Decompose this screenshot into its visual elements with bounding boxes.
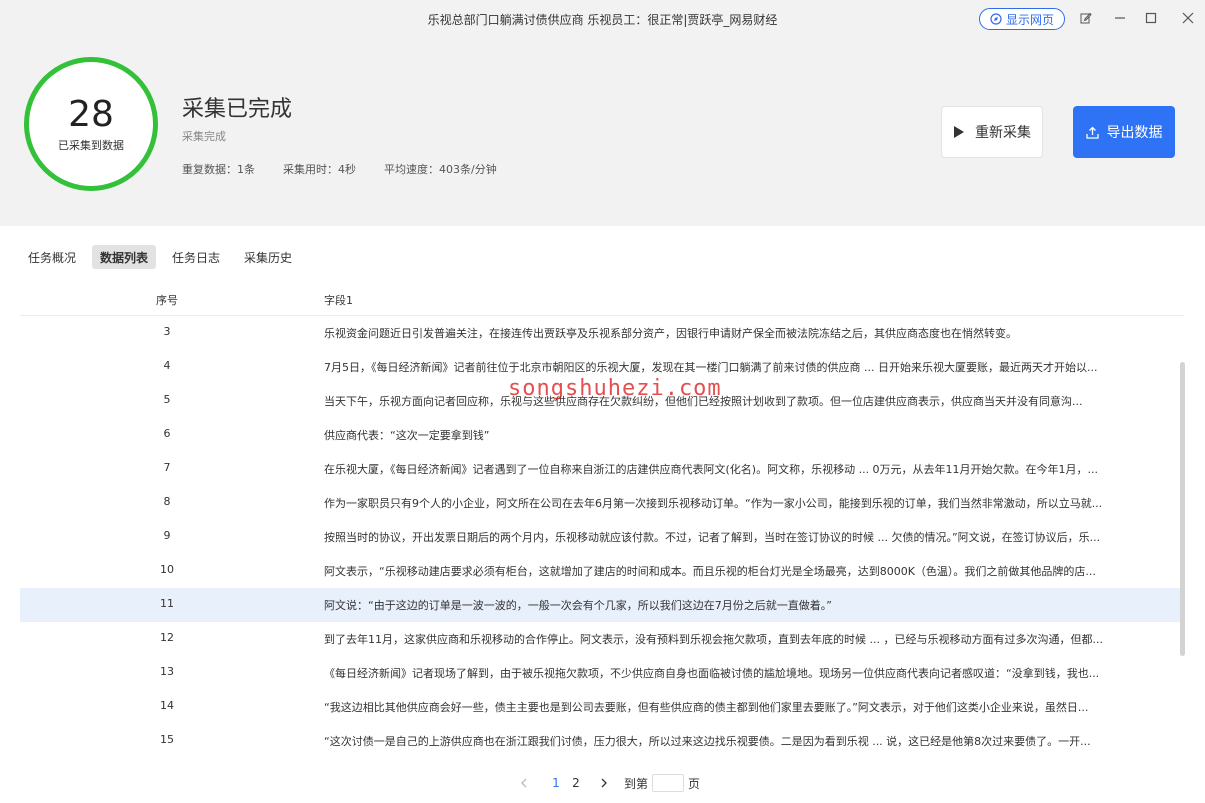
row-field1: 《每日经济新闻》记者现场了解到，由于被乐视拖欠款项，不少供应商自身也面临被讨债的… [324, 667, 1100, 680]
show-web-button[interactable]: 显示网页 [979, 8, 1065, 30]
page-2[interactable]: 2 [566, 776, 586, 790]
maximize-button[interactable] [1143, 10, 1159, 26]
show-web-label: 显示网页 [1005, 12, 1054, 27]
prev-page-button[interactable] [516, 775, 532, 791]
close-icon [1182, 12, 1194, 24]
next-page-button[interactable] [596, 775, 612, 791]
column-header-index: 序号 [156, 294, 178, 307]
recollect-label: 重新采集 [975, 125, 1031, 141]
title-bar: 乐视总部门口躺满讨债供应商 乐视员工：很正常|贾跃亭_网易财经 显示网页 [0, 0, 1205, 38]
collected-count: 28 [68, 94, 114, 135]
stats-row: 重复数据：1条 采集用时：4秒 平均速度：403条/分钟 [182, 161, 497, 177]
row-index: 15 [160, 733, 174, 746]
page-1[interactable]: 1 [546, 776, 566, 790]
export-button[interactable]: 导出数据 [1073, 106, 1175, 158]
upload-icon [1085, 126, 1099, 139]
tab-data-list[interactable]: 数据列表 [92, 245, 157, 269]
row-field1: “这次讨债一是自己的上游供应商也在浙江跟我们讨债，压力很大，所以过来这边找乐视要… [324, 735, 1091, 748]
maximize-icon [1145, 12, 1157, 24]
row-index: 8 [163, 495, 171, 508]
chevron-left-icon [521, 778, 527, 788]
table-scrollbar[interactable] [1180, 362, 1185, 656]
row-field1: 供应商代表：“这次一定要拿到钱” [324, 429, 490, 442]
table-row[interactable]: 3 乐视资金问题近日引发普遍关注，在接连传出贾跃亭及乐视系部分资产，因银行申请财产… [20, 316, 1180, 350]
row-field1: 阿文说：“由于这边的订单是一波一波的，一般一次会有个几家，所以我们这边在7月份之… [324, 599, 832, 612]
goto-page-input[interactable] [652, 774, 685, 792]
row-field1: 作为一家职员只有9个人的小企业，阿文所在公司在去年6月第一次接到乐视移动订单。“… [324, 497, 1103, 510]
table-row[interactable]: 9 按照当时的协议，开出发票日期后的两个月内，乐视移动就应该付款。不过，记者了解到… [20, 520, 1180, 554]
edit-icon [1080, 12, 1092, 24]
summary-panel: 乐视总部门口躺满讨债供应商 乐视员工：很正常|贾跃亭_网易财经 显示网页 28 … [0, 0, 1205, 226]
time-used-stat: 采集用时：4秒 [283, 163, 356, 176]
minimize-button[interactable] [1112, 10, 1128, 26]
table-row[interactable]: 6 供应商代表：“这次一定要拿到钱” [20, 418, 1180, 452]
row-field1: 当天下午，乐视方面向记者回应称，乐视与这些供应商存在欠款纠纷，但他们已经按照计划… [324, 395, 1083, 408]
row-field1: 乐视资金问题近日引发普遍关注，在接连传出贾跃亭及乐视系部分资产，因银行申请财产保… [324, 327, 1017, 340]
table-row-selected[interactable]: 11 阿文说：“由于这边的订单是一波一波的，一般一次会有个几家，所以我们这边在7月… [20, 588, 1180, 622]
tab-collect-history[interactable]: 采集历史 [236, 245, 300, 269]
table-header: 序号 字段1 [20, 284, 1184, 316]
page-suffix: 页 [688, 776, 701, 791]
row-field1: 按照当时的协议，开出发票日期后的两个月内，乐视移动就应该付款。不过，记者了解到，… [324, 531, 1101, 544]
table-row[interactable]: 15 “这次讨债一是自己的上游供应商也在浙江跟我们讨债，压力很大，所以过来这边找乐… [20, 724, 1180, 758]
row-field1: “我这边相比其他供应商会好一些，债主主要也是到公司去要账，但有些供应商的债主都到… [324, 701, 1089, 714]
row-index: 9 [163, 529, 171, 542]
compass-icon [990, 13, 1002, 25]
row-index: 5 [163, 393, 171, 406]
edit-window-button[interactable] [1078, 10, 1094, 26]
table-row[interactable]: 10 阿文表示，“乐视移动建店要求必须有柜台，这就增加了建店的时间和成本。而且乐视… [20, 554, 1180, 588]
status-title: 采集已完成 [182, 97, 293, 122]
pagination: 1 2 到第 页 [516, 773, 700, 793]
speed-stat: 平均速度：403条/分钟 [384, 163, 497, 176]
count-ring: 28 已采集到数据 [24, 57, 158, 191]
tab-task-log[interactable]: 任务日志 [164, 245, 228, 269]
row-field1: 在乐视大厦，《每日经济新闻》记者遇到了一位自称来自浙江的店建供应商代表阿文(化名… [324, 463, 1099, 476]
row-field1: 阿文表示，“乐视移动建店要求必须有柜台，这就增加了建店的时间和成本。而且乐视的柜… [324, 565, 1096, 578]
row-index: 11 [160, 597, 174, 610]
row-index: 12 [160, 631, 174, 644]
tab-bar: 任务概况 数据列表 任务日志 采集历史 [20, 245, 300, 269]
export-label: 导出数据 [1106, 125, 1163, 141]
row-field1: 7月5日，《每日经济新闻》记者前往位于北京市朝阳区的乐视大厦，发现在其一楼门口躺… [324, 361, 1098, 374]
table-row[interactable]: 5 当天下午，乐视方面向记者回应称，乐视与这些供应商存在欠款纠纷，但他们已经按照计… [20, 384, 1180, 418]
goto-label: 到第 [624, 776, 649, 791]
row-index: 14 [160, 699, 174, 712]
table-row[interactable]: 4 7月5日，《每日经济新闻》记者前往位于北京市朝阳区的乐视大厦，发现在其一楼门口… [20, 350, 1180, 384]
recollect-button[interactable]: 重新采集 [941, 106, 1043, 158]
table-row[interactable]: 8 作为一家职员只有9个人的小企业，阿文所在公司在去年6月第一次接到乐视移动订单。… [20, 486, 1180, 520]
minimize-icon [1115, 17, 1125, 19]
chevron-right-icon [601, 778, 607, 788]
close-button[interactable] [1180, 10, 1196, 26]
row-field1: 到了去年11月，这家供应商和乐视移动的合作停止。阿文表示，没有预料到乐视会拖欠款… [324, 633, 1103, 646]
row-index: 3 [163, 325, 171, 338]
duplicate-stat: 重复数据：1条 [182, 163, 255, 176]
table-body: 3 乐视资金问题近日引发普遍关注，在接连传出贾跃亭及乐视系部分资产，因银行申请财产… [20, 316, 1180, 758]
play-icon [954, 126, 964, 138]
table-row[interactable]: 7 在乐视大厦，《每日经济新闻》记者遇到了一位自称来自浙江的店建供应商代表阿文(化… [20, 452, 1180, 486]
table-row[interactable]: 13 《每日经济新闻》记者现场了解到，由于被乐视拖欠款项，不少供应商自身也面临被讨… [20, 656, 1180, 690]
collected-count-caption: 已采集到数据 [58, 139, 124, 152]
column-header-field1: 字段1 [324, 294, 353, 307]
table-row[interactable]: 12 到了去年11月，这家供应商和乐视移动的合作停止。阿文表示，没有预料到乐视会拖… [20, 622, 1180, 656]
table-row[interactable]: 14 “我这边相比其他供应商会好一些，债主主要也是到公司去要账，但有些供应商的债主… [20, 690, 1180, 724]
row-index: 4 [163, 359, 171, 372]
tab-task-overview[interactable]: 任务概况 [20, 245, 84, 269]
row-index: 7 [163, 461, 171, 474]
status-subtitle: 采集完成 [182, 130, 226, 143]
row-index: 6 [163, 427, 171, 440]
row-index: 13 [160, 665, 174, 678]
row-index: 10 [160, 563, 174, 576]
